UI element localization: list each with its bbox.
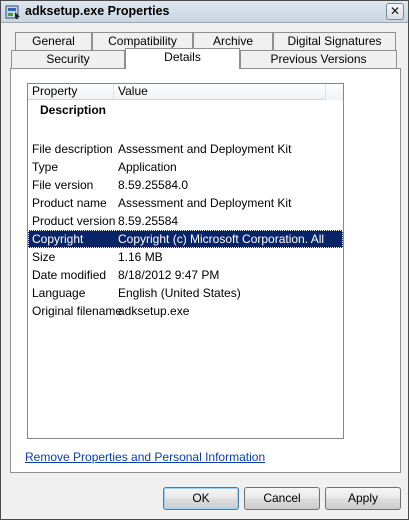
setup-exe-icon: [5, 4, 21, 20]
property-name: File description: [32, 142, 113, 156]
property-value: adksetup.exe: [118, 304, 190, 318]
property-name: Product name: [32, 196, 107, 210]
property-name: File version: [32, 178, 94, 192]
list-item[interactable]: File version 8.59.25584.0: [28, 176, 343, 194]
property-value: Assessment and Deployment Kit: [118, 196, 292, 210]
remove-properties-link[interactable]: Remove Properties and Personal Informati…: [25, 450, 265, 464]
list-item[interactable]: Date modified 8/18/2012 9:47 PM: [28, 266, 343, 284]
details-panel: Property Value Description File descript…: [10, 68, 401, 473]
property-name: Language: [32, 286, 86, 300]
property-value: 8/18/2012 9:47 PM: [118, 268, 220, 282]
apply-button[interactable]: Apply: [325, 487, 401, 510]
header-filler: [326, 84, 343, 100]
list-item[interactable]: Size 1.16 MB: [28, 248, 343, 266]
tab-details[interactable]: Details: [125, 48, 240, 69]
property-name: Date modified: [32, 268, 107, 282]
list-item[interactable]: Type Application: [28, 158, 343, 176]
property-value: Copyright (c) Microsoft Corporation. All…: [118, 232, 326, 246]
tab-previous-versions[interactable]: Previous Versions: [240, 50, 397, 68]
list-item[interactable]: File description Assessment and Deployme…: [28, 140, 343, 158]
property-value: Assessment and Deployment Kit: [118, 142, 292, 156]
tab-digital-signatures[interactable]: Digital Signatures: [273, 32, 396, 50]
title-bar[interactable]: adksetup.exe Properties ✕: [1, 1, 408, 23]
properties-window: adksetup.exe Properties ✕ General Compat…: [0, 0, 409, 520]
window-title: adksetup.exe Properties: [25, 4, 170, 18]
property-name: Size: [32, 250, 56, 264]
property-value: 1.16 MB: [118, 250, 163, 264]
property-value: 8.59.25584: [118, 214, 179, 228]
property-value: 8.59.25584.0: [118, 178, 189, 192]
ok-button[interactable]: OK: [163, 487, 239, 510]
column-header-property[interactable]: Property: [28, 84, 114, 100]
list-header: Property Value: [28, 84, 343, 100]
property-name: Product version: [32, 214, 116, 228]
properties-list[interactable]: Property Value Description File descript…: [27, 83, 344, 439]
cancel-button[interactable]: Cancel: [244, 487, 320, 510]
list-item[interactable]: Original filename adksetup.exe: [28, 302, 343, 320]
list-item-selected[interactable]: Copyright Copyright (c) Microsoft Corpor…: [28, 230, 343, 248]
group-header-description: Description: [40, 103, 107, 117]
property-value: English (United States): [118, 286, 241, 300]
list-item[interactable]: Language English (United States): [28, 284, 343, 302]
tab-security[interactable]: Security: [11, 50, 125, 68]
property-name: Copyright: [32, 232, 84, 246]
property-name: Type: [32, 160, 59, 174]
property-value: Application: [118, 160, 177, 174]
property-name: Original filename: [32, 304, 123, 318]
list-item[interactable]: Product version 8.59.25584: [28, 212, 343, 230]
close-icon[interactable]: ✕: [386, 3, 404, 20]
tab-general[interactable]: General: [15, 32, 92, 50]
list-item[interactable]: Product name Assessment and Deployment K…: [28, 194, 343, 212]
column-header-value[interactable]: Value: [114, 84, 326, 100]
